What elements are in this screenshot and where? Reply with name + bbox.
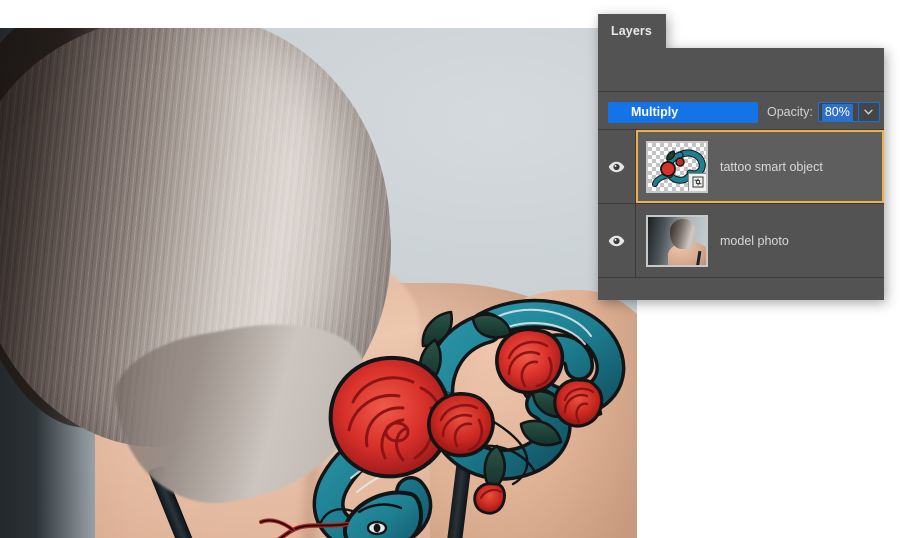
tab-layers[interactable]: Layers [598, 14, 666, 48]
opacity-input[interactable]: 80% [817, 102, 880, 122]
layer-visibility-toggle[interactable] [598, 130, 636, 203]
layer-thumbnail-tattoo[interactable] [646, 140, 708, 193]
layers-panel: Layers Multiply Opacity: 80% tattoo smar… [598, 14, 884, 300]
layer-name: tattoo smart object [720, 159, 823, 174]
table-row[interactable]: tattoo smart object [598, 130, 884, 204]
panel-divider-top [598, 91, 884, 92]
tattoo-artwork [235, 296, 635, 538]
blend-mode-row: Multiply Opacity: 80% [598, 96, 884, 128]
layer-visibility-toggle[interactable] [598, 204, 636, 277]
layer-name: model photo [720, 233, 789, 248]
blend-mode-select[interactable]: Multiply [608, 101, 758, 123]
opacity-value: 80% [821, 103, 853, 121]
tab-layers-label: Layers [611, 24, 652, 38]
opacity-label: Opacity: [767, 105, 813, 119]
table-row[interactable]: model photo [598, 204, 884, 278]
screenshot-root: Layers Multiply Opacity: 80% tattoo smar… [0, 0, 900, 538]
layers-panel-body: Multiply Opacity: 80% tattoo smart objec… [598, 48, 884, 300]
eye-icon [608, 235, 625, 246]
smart-object-badge [688, 172, 706, 191]
blend-mode-value: Multiply [631, 105, 679, 119]
layer-thumbnail-model[interactable] [646, 214, 708, 267]
eye-icon [608, 161, 625, 172]
chevron-down-icon[interactable] [857, 102, 879, 122]
image-canvas [0, 28, 637, 538]
thumbnail-model-photo [648, 216, 706, 265]
layer-list: tattoo smart object model photo [598, 130, 884, 278]
